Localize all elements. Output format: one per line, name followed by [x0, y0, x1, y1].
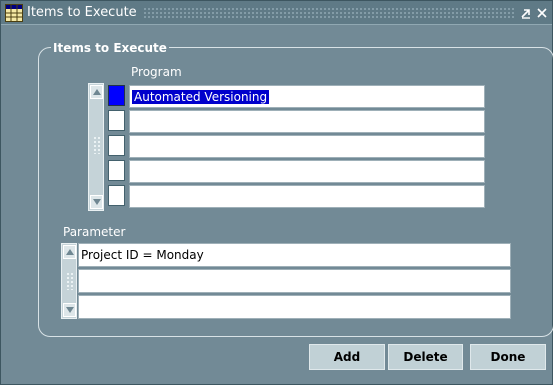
program-row-selector-3[interactable]	[108, 135, 125, 156]
add-button[interactable]: Add	[309, 344, 385, 370]
scroll-up-icon[interactable]	[63, 245, 76, 259]
close-icon[interactable]	[536, 7, 548, 19]
scroll-up-icon[interactable]	[90, 85, 103, 99]
program-row-selector-4[interactable]	[108, 160, 125, 181]
group-title: Items to Execute	[51, 41, 169, 55]
window-title: Items to Execute	[27, 5, 137, 20]
program-row-selector-1[interactable]	[108, 85, 125, 106]
window-controls	[520, 7, 548, 19]
scroll-grip[interactable]	[66, 272, 74, 290]
parameter-field-1[interactable]: Project ID = Monday	[78, 243, 511, 267]
scroll-grip[interactable]	[93, 136, 101, 154]
program-field-1[interactable]: Automated Versioning	[129, 85, 485, 108]
delete-button[interactable]: Delete	[388, 344, 463, 370]
program-scrollbar[interactable]	[88, 83, 104, 211]
program-field-2[interactable]	[129, 110, 485, 133]
program-field-5[interactable]	[129, 185, 485, 208]
done-button[interactable]: Done	[470, 344, 546, 370]
program-field-3[interactable]	[129, 135, 485, 158]
title-bar[interactable]: Items to Execute	[1, 1, 552, 25]
program-field-4[interactable]	[129, 160, 485, 183]
parameter-field-3[interactable]	[78, 295, 511, 319]
title-bar-pattern	[142, 6, 514, 19]
program-row-selector-2[interactable]	[108, 110, 125, 131]
program-row-selector-5[interactable]	[108, 185, 125, 206]
minimize-icon[interactable]	[520, 7, 532, 19]
program-field-1-text: Automated Versioning	[132, 89, 270, 104]
scroll-down-icon[interactable]	[90, 195, 103, 209]
program-header: Program	[131, 65, 182, 79]
grid-table-icon	[5, 3, 23, 22]
parameter-scrollbar[interactable]	[61, 243, 77, 319]
items-to-execute-window: Items to Execute Items to Execute Progra…	[0, 0, 553, 385]
parameter-header: Parameter	[63, 225, 126, 239]
scroll-down-icon[interactable]	[63, 303, 76, 317]
parameter-field-2[interactable]	[78, 269, 511, 293]
